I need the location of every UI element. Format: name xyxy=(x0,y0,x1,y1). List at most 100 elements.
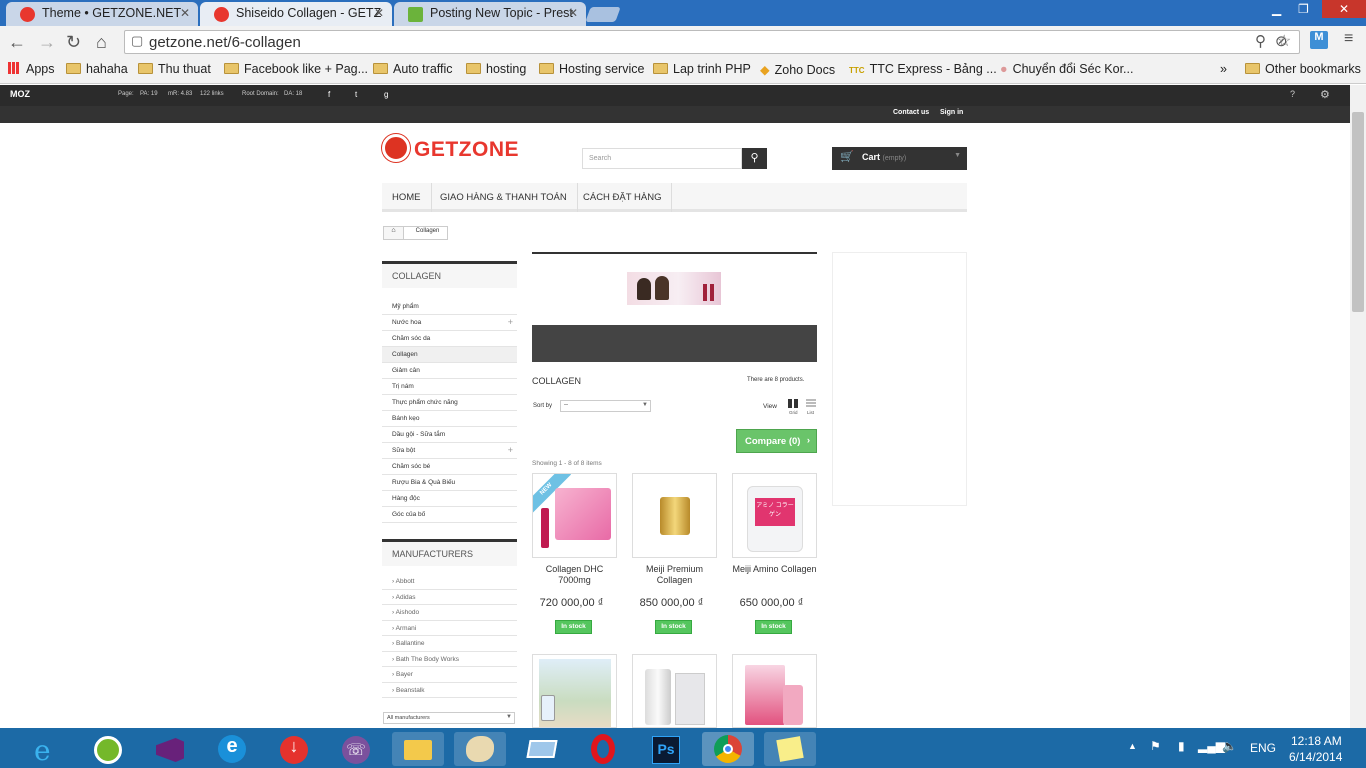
bookmark-other[interactable]: Other bookmarks xyxy=(1245,62,1361,76)
product-name[interactable]: Meiji Amino Collagen xyxy=(732,564,817,575)
grid-view-icon[interactable] xyxy=(788,399,798,408)
bookmark-hahaha[interactable]: hahaha xyxy=(66,62,128,76)
restore-icon[interactable]: ❐ xyxy=(1298,2,1309,20)
tab-theme[interactable]: Theme • GETZONE.NET ✕ xyxy=(6,2,198,26)
category-item[interactable]: Góc của bố xyxy=(382,507,517,523)
category-item[interactable]: Bánh kẹo xyxy=(382,411,517,427)
close-tab-icon[interactable]: ✕ xyxy=(374,6,384,20)
product-image-4[interactable] xyxy=(532,654,617,728)
bookmark-apps[interactable]: Apps xyxy=(8,62,55,76)
product-image-meiji-premium[interactable] xyxy=(632,473,717,558)
product-image-meiji-amino[interactable]: アミノ コラーゲン xyxy=(732,473,817,558)
forward-icon[interactable]: → xyxy=(38,32,56,53)
signin-link[interactable]: Sign in xyxy=(940,109,963,116)
expand-plus-icon[interactable]: + xyxy=(508,445,513,455)
bookmark-chuyen-doi[interactable]: ● Chuyển đổi Séc Kor... xyxy=(1000,62,1133,76)
menu-home[interactable]: HOME xyxy=(382,183,432,212)
manufacturer-item[interactable]: › Ballantine xyxy=(382,636,517,652)
bookmark-star-icon[interactable]: ☆ xyxy=(1277,31,1291,51)
close-tab-icon[interactable]: ✕ xyxy=(568,6,578,20)
site-logo[interactable]: GETZONE xyxy=(382,134,519,162)
menu-delivery[interactable]: GIAO HÀNG & THANH TOÁN xyxy=(430,183,578,212)
language-indicator[interactable]: ENG xyxy=(1250,741,1276,755)
category-item[interactable]: Trị nám xyxy=(382,379,517,395)
address-bar[interactable]: ▢ getzone.net/6-collagen ⚲ ⊘ ☆ xyxy=(124,30,1300,54)
search-input[interactable]: Search xyxy=(582,148,742,169)
browser-e-icon[interactable]: e xyxy=(206,732,258,766)
tray-overflow-icon[interactable]: ▲ xyxy=(1128,741,1137,751)
product-name[interactable]: Collagen DHC 7000mg xyxy=(532,564,617,586)
sticky-notes-icon[interactable] xyxy=(764,732,816,766)
tab-posting[interactable]: Posting New Topic - Prest ✕ xyxy=(394,2,586,26)
category-item[interactable]: Sữa bột + xyxy=(382,443,517,459)
compare-button[interactable]: Compare (0) › xyxy=(736,429,817,453)
bookmark-hosting-service[interactable]: Hosting service xyxy=(539,62,644,76)
remote-desktop-icon[interactable] xyxy=(516,732,568,766)
bookmark-facebook[interactable]: Facebook like + Pag... xyxy=(224,62,368,76)
photoshop-icon[interactable]: Ps xyxy=(640,732,692,766)
list-view-icon[interactable] xyxy=(806,399,816,408)
scrollbar-thumb[interactable] xyxy=(1352,112,1364,312)
bookmarks-overflow[interactable]: » xyxy=(1220,62,1227,76)
back-icon[interactable]: ← xyxy=(8,32,26,53)
moz-extension-icon[interactable]: M xyxy=(1310,31,1328,49)
facebook-icon[interactable]: f xyxy=(328,90,330,99)
bookmark-hosting[interactable]: hosting xyxy=(466,62,526,76)
sort-select[interactable]: -- ▼ xyxy=(560,400,651,412)
category-item[interactable]: Dầu gội - Sữa tắm xyxy=(382,427,517,443)
close-window-icon[interactable]: ✕ xyxy=(1322,0,1366,18)
file-explorer-icon[interactable] xyxy=(392,732,444,766)
paint-icon[interactable] xyxy=(454,732,506,766)
reload-icon[interactable]: ↻ xyxy=(66,32,81,53)
product-image-dhc[interactable]: NEW xyxy=(532,473,617,558)
visual-studio-icon[interactable] xyxy=(144,732,196,766)
product-image-6[interactable] xyxy=(732,654,817,728)
category-item[interactable]: Rượu Bia & Quà Biếu xyxy=(382,475,517,491)
manufacturer-item[interactable]: › Adidas xyxy=(382,590,517,605)
viber-icon[interactable]: ☏ xyxy=(330,732,382,766)
opera-icon[interactable] xyxy=(578,732,630,766)
battery-icon[interactable]: ▮ xyxy=(1178,739,1185,753)
menu-icon[interactable]: ≡ xyxy=(1344,30,1353,48)
category-item[interactable]: Collagen xyxy=(382,347,517,363)
contact-link[interactable]: Contact us xyxy=(893,109,929,116)
manufacturer-item[interactable]: › Aishodo xyxy=(382,605,517,621)
bookmark-auto-traffic[interactable]: Auto traffic xyxy=(373,62,453,76)
clock-date[interactable]: 6/14/2014 xyxy=(1289,750,1342,764)
search-button[interactable]: ⚲ xyxy=(742,148,767,169)
manufacturer-item[interactable]: › Bath The Body Works xyxy=(382,652,517,667)
google-plus-icon[interactable]: g xyxy=(384,90,388,99)
home-icon[interactable]: ⌂ xyxy=(384,227,404,239)
bookmark-zoho-docs[interactable]: ◆ Zoho Docs xyxy=(760,62,835,77)
settings-gear-icon[interactable]: ⚙ xyxy=(1320,88,1330,101)
product-image-5[interactable] xyxy=(632,654,717,728)
bookmark-ttc-express[interactable]: TTC TTC Express - Bảng ... xyxy=(849,62,997,76)
product-name[interactable]: Meiji Premium Collagen xyxy=(632,564,717,586)
manufacturer-item[interactable]: › Abbott xyxy=(382,574,517,590)
volume-icon[interactable]: 🔈 xyxy=(1222,739,1237,753)
bookmark-thu-thuat[interactable]: Thu thuat xyxy=(138,62,211,76)
manufacturer-select[interactable]: All manufacturers ▼ xyxy=(383,712,515,724)
flag-icon[interactable]: ⚑ xyxy=(1150,739,1161,753)
close-tab-icon[interactable]: ✕ xyxy=(180,6,190,20)
category-item[interactable]: Chăm sóc da xyxy=(382,331,517,347)
minimize-icon[interactable]: ▁ xyxy=(1272,2,1281,20)
expand-plus-icon[interactable]: + xyxy=(508,317,513,327)
shield-app-icon[interactable] xyxy=(82,732,134,766)
twitter-icon[interactable]: t xyxy=(355,90,357,99)
category-item[interactable]: Thực phẩm chức năng xyxy=(382,395,517,411)
download-manager-icon[interactable]: ↓ xyxy=(268,732,320,766)
new-tab-button[interactable] xyxy=(585,7,621,22)
bookmark-lap-trinh-php[interactable]: Lap trinh PHP xyxy=(653,62,751,76)
clock-time[interactable]: 12:18 AM xyxy=(1291,734,1342,748)
signal-icon[interactable]: ▂▄▆ xyxy=(1198,739,1225,753)
menu-how-to-order[interactable]: CÁCH ĐẶT HÀNG xyxy=(573,183,673,212)
category-item[interactable]: Nước hoa + xyxy=(382,315,517,331)
tab-shiseido[interactable]: Shiseido Collagen - GETZ ✕ xyxy=(200,2,392,26)
category-item[interactable]: Mỹ phẩm xyxy=(382,299,517,315)
cart-button[interactable]: 🛒 Cart (empty) ▼ xyxy=(832,147,967,170)
chrome-icon[interactable] xyxy=(702,732,754,766)
manufacturer-item[interactable]: › Bayer xyxy=(382,667,517,683)
category-item[interactable]: Chăm sóc bé xyxy=(382,459,517,475)
help-icon[interactable]: ? xyxy=(1290,89,1295,99)
